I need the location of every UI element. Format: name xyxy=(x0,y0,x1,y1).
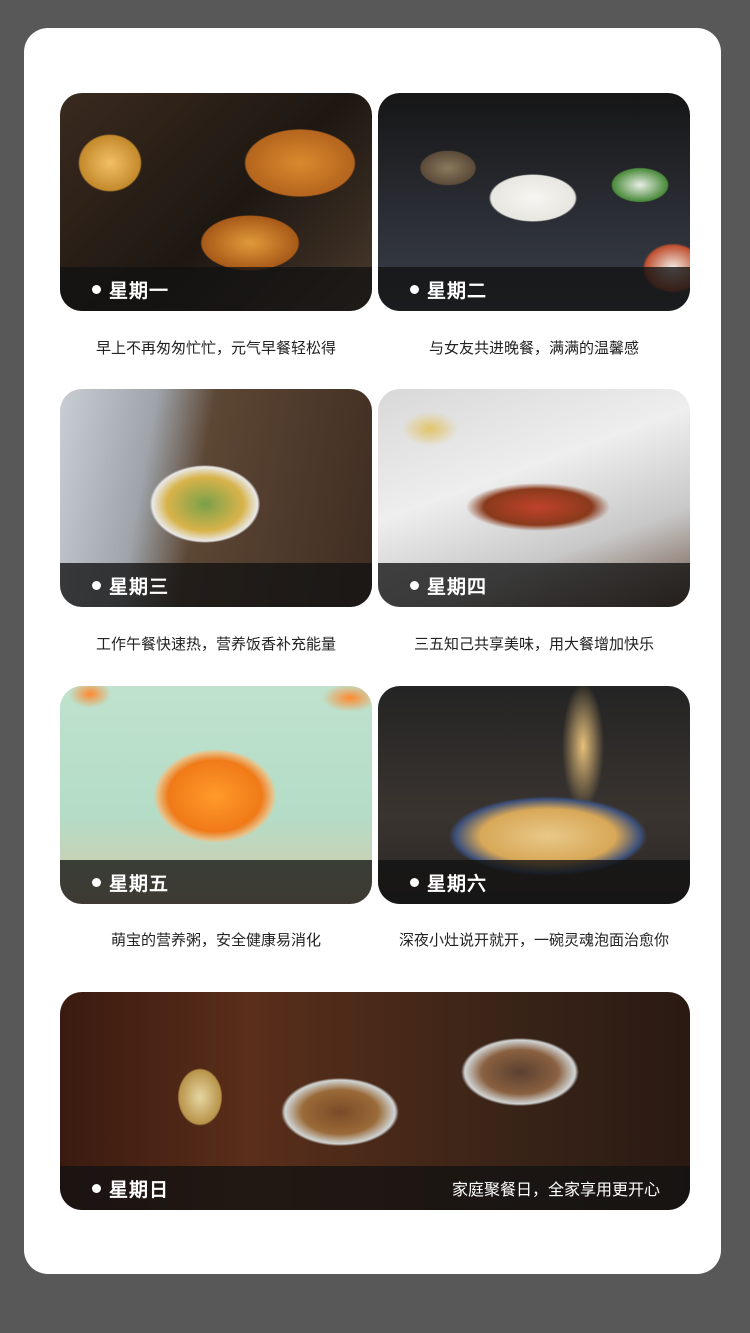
day-label: 星期日 xyxy=(92,1175,169,1202)
bullet-dot-icon xyxy=(92,284,101,294)
bullet-dot-icon xyxy=(92,580,101,590)
thursday-caption: 三五知己共享美味，用大餐增加快乐 xyxy=(413,635,654,653)
thursday-tile: 星期四 xyxy=(378,389,690,607)
sunday-slogan: 家庭聚餐日，全家享用更开心 xyxy=(451,1180,660,1199)
day-label: 星期五 xyxy=(92,869,169,896)
day-label-bar: 星期一 xyxy=(60,267,372,311)
monday-tile: 星期一 xyxy=(60,93,372,311)
bullet-dot-icon xyxy=(92,1183,101,1193)
bullet-dot-icon xyxy=(410,580,419,590)
monday-caption: 早上不再匆匆忙忙，元气早餐轻松得 xyxy=(95,339,336,357)
day-label-bar: 星期四 xyxy=(378,563,690,607)
bullet-dot-icon xyxy=(410,284,419,294)
tuesday-tile: 星期二 xyxy=(378,93,690,311)
day-label-text: 星期五 xyxy=(109,872,170,895)
tuesday-caption: 与女友共进晚餐，满满的温馨感 xyxy=(428,339,639,357)
day-label-text: 星期一 xyxy=(109,279,170,302)
saturday-tile: 星期六 xyxy=(378,686,690,904)
wednesday-tile: 星期三 xyxy=(60,389,372,607)
sunday-tile: 星期日 家庭聚餐日，全家享用更开心 xyxy=(60,992,690,1210)
day-label: 星期一 xyxy=(92,276,169,303)
weekly-menu-card: 星期一 星期二 早上不再匆匆忙忙，元气早餐轻松得 与女友共进晚餐，满满的温馨感 … xyxy=(24,28,721,1274)
saturday-caption: 深夜小灶说开就开，一碗灵魂泡面治愈你 xyxy=(398,931,669,949)
day-label-text: 星期六 xyxy=(427,872,488,895)
bullet-dot-icon xyxy=(92,877,101,887)
day-label: 星期二 xyxy=(410,276,487,303)
bullet-dot-icon xyxy=(410,877,419,887)
day-label-text: 星期四 xyxy=(427,575,488,598)
day-label: 星期四 xyxy=(410,572,487,599)
day-label-bar: 星期六 xyxy=(378,860,690,904)
day-label-bar: 星期三 xyxy=(60,563,372,607)
day-label-bar: 星期日 家庭聚餐日，全家享用更开心 xyxy=(60,1166,690,1210)
friday-tile: 星期五 xyxy=(60,686,372,904)
day-label-bar: 星期二 xyxy=(378,267,690,311)
friday-caption: 萌宝的营养粥，安全健康易消化 xyxy=(110,931,321,949)
day-label-bar: 星期五 xyxy=(60,860,372,904)
day-label-text: 星期日 xyxy=(109,1178,170,1201)
day-label-text: 星期三 xyxy=(109,575,170,598)
day-label-text: 星期二 xyxy=(427,279,488,302)
day-label: 星期六 xyxy=(410,869,487,896)
day-label: 星期三 xyxy=(92,572,169,599)
wednesday-caption: 工作午餐快速热，营养饭香补充能量 xyxy=(95,635,336,653)
